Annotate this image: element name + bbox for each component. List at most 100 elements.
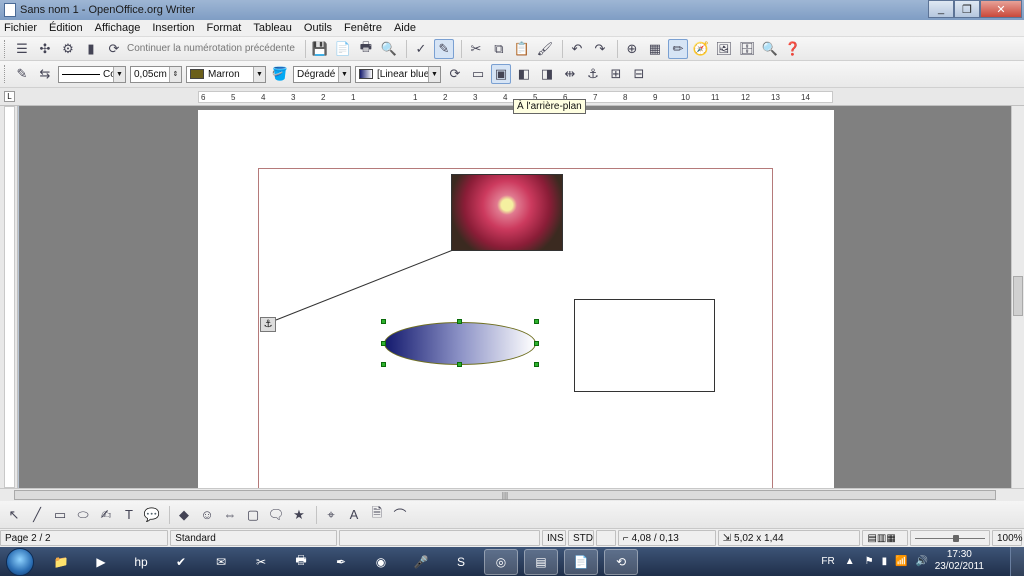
select-pointer-icon[interactable]: ↖: [4, 505, 24, 525]
chevron-down-icon[interactable]: ▼: [428, 66, 440, 82]
toolbar-grip[interactable]: [4, 39, 8, 58]
tray-expand-icon[interactable]: ▲: [845, 556, 855, 567]
line-color-select[interactable]: Marron ▼: [186, 65, 266, 83]
document-app-icon[interactable]: ▤: [524, 548, 558, 575]
copy-icon[interactable]: ⧉: [489, 39, 509, 59]
horizontal-scrollbar[interactable]: |||: [0, 488, 1024, 501]
flag-icon[interactable]: ⚑: [865, 556, 874, 567]
wrap-off-icon[interactable]: ▭: [468, 64, 488, 84]
selection-mode[interactable]: STD: [567, 530, 594, 546]
gradient-ellipse[interactable]: [384, 322, 536, 365]
volume-icon[interactable]: 🔊: [916, 556, 928, 567]
callouts-icon[interactable]: 🗨: [266, 505, 286, 525]
menu-affichage[interactable]: Affichage: [95, 22, 141, 34]
language-cell[interactable]: [338, 530, 540, 546]
selection-handle[interactable]: [381, 319, 386, 324]
vertical-scrollbar[interactable]: [1011, 106, 1024, 488]
selection-handle[interactable]: [534, 319, 539, 324]
selection-handle[interactable]: [457, 362, 462, 367]
scrollbar-thumb[interactable]: [1013, 276, 1023, 316]
vertical-ruler[interactable]: [0, 106, 18, 488]
cut-icon[interactable]: ✂: [466, 39, 486, 59]
paste-icon[interactable]: 📋: [512, 39, 532, 59]
arrow-style-icon[interactable]: ⇆: [35, 64, 55, 84]
document-page[interactable]: ⚓: [198, 110, 834, 488]
zoom-slider[interactable]: [909, 530, 990, 546]
block-arrows-icon[interactable]: ⇔: [220, 505, 240, 525]
rotate-icon[interactable]: ⟳: [445, 64, 465, 84]
clock[interactable]: 17:30 23/02/2011: [935, 549, 984, 573]
scrollbar-thumb[interactable]: |||: [14, 490, 996, 500]
from-file-icon[interactable]: 🗎: [367, 505, 387, 525]
to-background-icon[interactable]: ▣: [491, 64, 511, 84]
tab-type-selector[interactable]: L: [4, 91, 15, 102]
line-icon[interactable]: ✎: [12, 64, 32, 84]
mail-icon[interactable]: ✉: [204, 549, 238, 575]
line-width-stepper[interactable]: 0,05cm ⇕: [130, 65, 182, 83]
sync-app-icon[interactable]: ⟲: [604, 548, 638, 575]
zoom-icon[interactable]: 🔍: [760, 39, 780, 59]
table-icon[interactable]: ▦: [645, 39, 665, 59]
show-desktop-button[interactable]: [1010, 547, 1024, 576]
selection-handle[interactable]: [534, 341, 539, 346]
checkmark-app-icon[interactable]: ✔: [164, 549, 198, 575]
insert-mode[interactable]: INS: [541, 530, 566, 546]
explorer-icon[interactable]: 📁: [44, 549, 78, 575]
maximize-button[interactable]: ❐: [954, 0, 980, 18]
alignment-icon[interactable]: ⇹: [560, 64, 580, 84]
picasa-icon[interactable]: ◉: [364, 549, 398, 575]
rectangle-shape[interactable]: [574, 299, 715, 392]
skype-icon[interactable]: S: [444, 549, 478, 575]
horizontal-ruler[interactable]: L 6 5 4 3 2 1 1 2 3 4 5 6 7 8 9 10 11 12…: [0, 88, 1024, 106]
bullets-off-icon[interactable]: ✣: [35, 39, 55, 59]
freeform-tool-icon[interactable]: ✍: [96, 505, 116, 525]
chevron-down-icon[interactable]: ▼: [113, 66, 125, 82]
menu-format[interactable]: Format: [207, 22, 242, 34]
signal-icon[interactable]: 📶: [895, 556, 907, 567]
selection-handle[interactable]: [381, 341, 386, 346]
selection-handle[interactable]: [381, 362, 386, 367]
bring-to-front-icon[interactable]: ◧: [514, 64, 534, 84]
ruler-strip[interactable]: [4, 106, 15, 488]
redo-icon[interactable]: ↷: [590, 39, 610, 59]
menu-tableau[interactable]: Tableau: [253, 22, 292, 34]
outline-icon[interactable]: ⚙: [58, 39, 78, 59]
rectangle-tool-icon[interactable]: ▭: [50, 505, 70, 525]
spellcheck-icon[interactable]: ✓: [411, 39, 431, 59]
view-layout[interactable]: ▤▥▦: [862, 530, 908, 546]
print-preview-icon[interactable]: 🔍: [379, 39, 399, 59]
area-fill-icon[interactable]: 🪣: [270, 64, 290, 84]
data-sources-icon[interactable]: 🗄: [737, 39, 757, 59]
points-icon[interactable]: ⌖: [321, 505, 341, 525]
fontwork-icon[interactable]: A: [344, 505, 364, 525]
menu-fenetre[interactable]: Fenêtre: [344, 22, 382, 34]
save-icon[interactable]: 💾: [310, 39, 330, 59]
microphone-icon[interactable]: 🎤: [404, 549, 438, 575]
autospellcheck-icon[interactable]: ✎: [433, 38, 454, 59]
send-to-back-icon[interactable]: ◨: [537, 64, 557, 84]
hyperlink-icon[interactable]: ⊕: [622, 39, 642, 59]
gallery-icon[interactable]: 🖼: [714, 39, 734, 59]
pdf-app-icon[interactable]: 📄: [564, 548, 598, 575]
printer-icon[interactable]: 🖶: [284, 549, 318, 575]
menu-fichier[interactable]: Fichier: [4, 22, 37, 34]
area-style-select[interactable]: Dégradé ▼: [293, 65, 351, 83]
toolbar-grip[interactable]: [4, 65, 8, 83]
hp-icon[interactable]: hp: [124, 549, 158, 575]
menu-edition[interactable]: Édition: [49, 22, 83, 34]
chrome-icon[interactable]: ◎: [484, 548, 518, 575]
line-style-select[interactable]: Co ▼: [58, 65, 126, 83]
gradient-select[interactable]: [Linear blue ▼: [355, 65, 441, 83]
menu-insertion[interactable]: Insertion: [152, 22, 194, 34]
flowchart-icon[interactable]: ▢: [243, 505, 263, 525]
print-icon[interactable]: 🖶: [356, 39, 376, 59]
selection-handle[interactable]: [457, 319, 462, 324]
basic-shapes-icon[interactable]: ◆: [174, 505, 194, 525]
export-pdf-icon[interactable]: 📄: [333, 39, 353, 59]
extrusion-icon[interactable]: ⌒: [390, 505, 410, 525]
menu-aide[interactable]: Aide: [394, 22, 416, 34]
media-player-icon[interactable]: ▶: [84, 549, 118, 575]
network-icon[interactable]: ▮: [882, 556, 888, 567]
page-style[interactable]: Standard: [170, 530, 337, 546]
restart-numbering-icon[interactable]: ▮: [81, 39, 101, 59]
